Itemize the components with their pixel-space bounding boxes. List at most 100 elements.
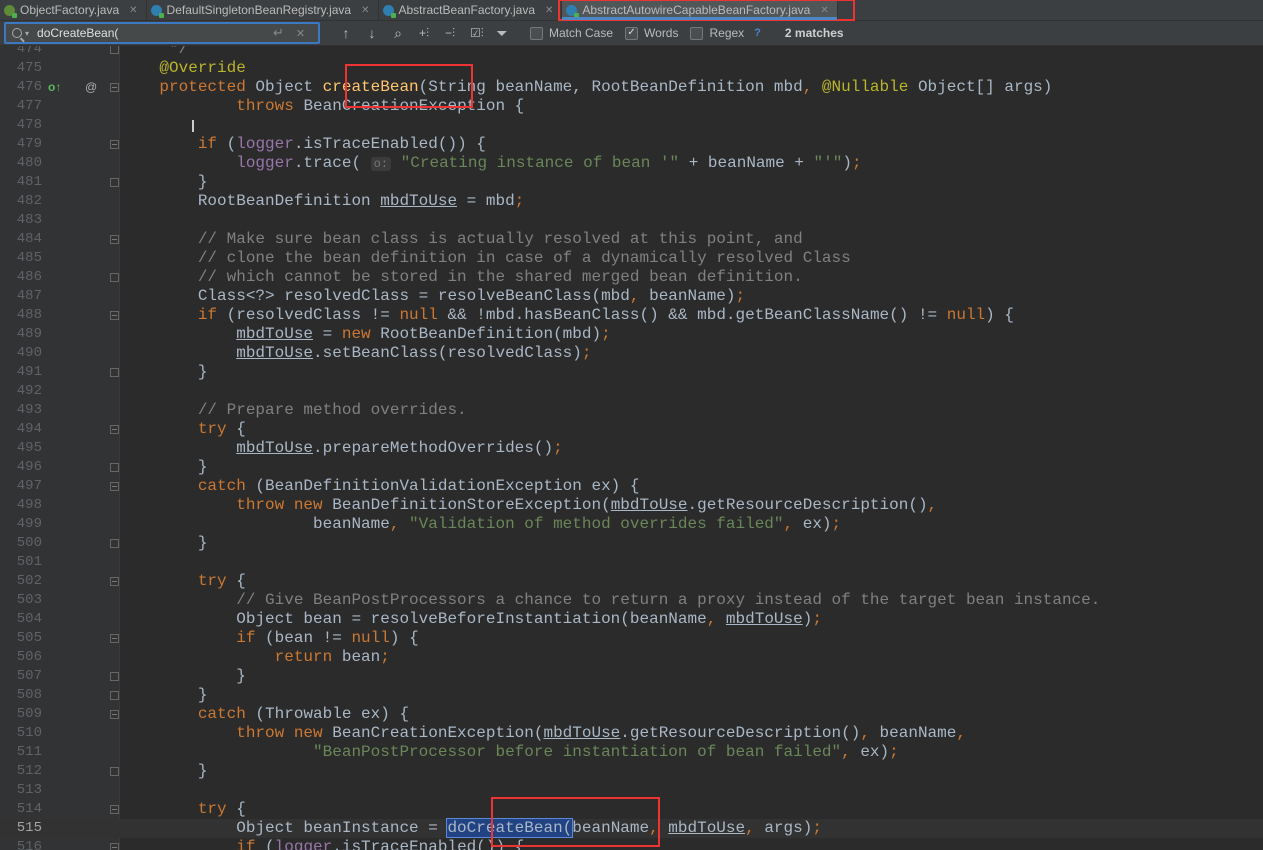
line-number[interactable]: 481 — [0, 173, 42, 192]
line-number[interactable]: 496 — [0, 458, 42, 477]
code-lines[interactable]: 474 */475 @Override 476 o↑ @ protected Obje… — [0, 46, 1263, 850]
tab-abstract-bean-factory[interactable]: AbstractBeanFactory.java ✕ — [379, 0, 563, 20]
code-text[interactable]: Object beanInstance = doCreateBean(beanN… — [121, 818, 822, 838]
line-number[interactable]: 486 — [0, 268, 42, 287]
tab-abstract-autowire-capable-bean-factory[interactable]: AbstractAutowireCapableBeanFactory.java … — [558, 0, 855, 21]
close-icon[interactable]: ✕ — [545, 5, 553, 16]
line-number[interactable]: 509 — [0, 705, 42, 724]
line-number[interactable]: 505 — [0, 629, 42, 648]
code-line[interactable]: 515 Object beanInstance = doCreateBean(b… — [0, 818, 1263, 838]
code-line[interactable]: 512 } — [0, 762, 1263, 781]
code-line[interactable]: 511 "BeanPostProcessor before instantiat… — [0, 743, 1263, 762]
code-line[interactable]: 474 */ — [0, 46, 1263, 59]
line-number[interactable]: 491 — [0, 363, 42, 382]
code-text[interactable]: // Prepare method overrides. — [121, 401, 467, 420]
line-number[interactable]: 502 — [0, 572, 42, 591]
checkbox-box[interactable]: ✓ — [625, 26, 639, 40]
code-line[interactable]: 477 throws BeanCreationException { — [0, 97, 1263, 116]
clear-search-icon[interactable]: ✕ — [296, 27, 305, 40]
code-line[interactable]: 493 // Prepare method overrides. — [0, 401, 1263, 420]
search-input[interactable] — [37, 26, 268, 40]
code-text[interactable]: logger.trace( o: "Creating instance of b… — [121, 154, 861, 174]
fold-marker-icon[interactable] — [110, 46, 119, 54]
code-line[interactable]: 478 — [0, 116, 1263, 135]
code-line[interactable]: 490 mbdToUse.setBeanClass(resolvedClass)… — [0, 344, 1263, 363]
code-line[interactable]: 516 if (logger.isTraceEnabled()) { — [0, 838, 1263, 850]
line-number[interactable]: 510 — [0, 724, 42, 743]
fold-marker-icon[interactable] — [110, 539, 119, 548]
fold-marker-icon[interactable] — [110, 178, 119, 187]
fold-marker-icon[interactable] — [110, 273, 119, 282]
line-number[interactable]: 492 — [0, 382, 42, 401]
line-number[interactable]: 501 — [0, 553, 42, 572]
line-number[interactable]: 476 — [0, 78, 42, 97]
code-text[interactable]: // clone the bean definition in case of … — [121, 249, 851, 268]
regex-help-link[interactable]: ? — [754, 27, 761, 39]
remove-occurrence-icon[interactable]: −⫶ — [444, 26, 456, 41]
code-text[interactable]: mbdToUse.setBeanClass(resolvedClass); — [121, 344, 591, 363]
code-text[interactable]: try { — [121, 800, 246, 819]
fold-marker-icon[interactable] — [110, 843, 119, 850]
search-box[interactable]: ▾ ↵ ✕ — [4, 22, 320, 44]
line-number[interactable]: 511 — [0, 743, 42, 762]
close-icon[interactable]: ✕ — [129, 5, 137, 16]
code-text[interactable]: // Give BeanPostProcessors a chance to r… — [121, 591, 1100, 610]
code-line[interactable]: 502 try { — [0, 572, 1263, 591]
fold-marker-icon[interactable] — [110, 463, 119, 472]
code-text[interactable]: } — [121, 363, 208, 382]
code-line[interactable]: 499 beanName, "Validation of method over… — [0, 515, 1263, 534]
code-text[interactable]: throw new BeanDefinitionStoreException(m… — [121, 496, 937, 515]
code-line[interactable]: 481 } — [0, 173, 1263, 192]
code-line[interactable]: 488 if (resolvedClass != null && !mbd.ha… — [0, 306, 1263, 325]
code-text[interactable]: RootBeanDefinition mbdToUse = mbd; — [121, 192, 524, 211]
code-text[interactable]: if (logger.isTraceEnabled()) { — [121, 135, 486, 154]
previous-occurrence-icon[interactable]: ↑ — [340, 25, 352, 41]
line-number[interactable]: 493 — [0, 401, 42, 420]
checkbox-box[interactable] — [530, 26, 543, 40]
line-number[interactable]: 514 — [0, 800, 42, 819]
code-text[interactable]: Object bean = resolveBeforeInstantiation… — [121, 610, 822, 629]
code-line[interactable]: 504 Object bean = resolveBeforeInstantia… — [0, 610, 1263, 629]
code-line[interactable]: 482 RootBeanDefinition mbdToUse = mbd; — [0, 192, 1263, 211]
code-line[interactable]: 479 if (logger.isTraceEnabled()) { — [0, 135, 1263, 154]
filter-icon[interactable]: ⏷ — [496, 25, 508, 42]
code-text[interactable]: protected Object createBean(String beanN… — [121, 78, 1052, 97]
line-number[interactable]: 490 — [0, 344, 42, 363]
code-text[interactable]: */ — [121, 46, 188, 59]
code-line[interactable]: 483 — [0, 211, 1263, 230]
add-occurrence-icon[interactable]: +⫶ — [418, 26, 430, 41]
next-occurrence-icon[interactable]: ↓ — [366, 25, 378, 41]
override-gutter-icon[interactable]: o↑ — [48, 78, 61, 97]
line-number[interactable]: 507 — [0, 667, 42, 686]
line-number[interactable]: 506 — [0, 648, 42, 667]
fold-marker-icon[interactable] — [110, 83, 119, 92]
code-text[interactable]: catch (BeanDefinitionValidationException… — [121, 477, 640, 496]
fold-marker-icon[interactable] — [110, 368, 119, 377]
fold-marker-icon[interactable] — [110, 672, 119, 681]
find-all-occurrences-icon[interactable]: ⌕ — [392, 25, 404, 42]
code-line[interactable]: 498 throw new BeanDefinitionStoreExcepti… — [0, 496, 1263, 515]
code-text[interactable]: try { — [121, 420, 246, 439]
fold-marker-icon[interactable] — [110, 691, 119, 700]
regex-checkbox[interactable]: Regex — [690, 26, 744, 40]
code-line[interactable]: 509 catch (Throwable ex) { — [0, 705, 1263, 724]
line-number[interactable]: 516 — [0, 838, 42, 850]
code-text[interactable]: mbdToUse.prepareMethodOverrides(); — [121, 439, 562, 458]
code-line[interactable]: 475 @Override — [0, 59, 1263, 78]
line-number[interactable]: 474 — [0, 46, 42, 59]
code-line[interactable]: 503 // Give BeanPostProcessors a chance … — [0, 591, 1263, 610]
line-number[interactable]: 500 — [0, 534, 42, 553]
code-line[interactable]: 513 — [0, 781, 1263, 800]
fold-marker-icon[interactable] — [110, 767, 119, 776]
select-all-occurrences-icon[interactable]: ☑⫶ — [470, 26, 484, 41]
code-line[interactable]: 496 } — [0, 458, 1263, 477]
tab-object-factory[interactable]: ObjectFactory.java ✕ — [0, 0, 147, 20]
code-line[interactable]: 507 } — [0, 667, 1263, 686]
code-text[interactable]: if (bean != null) { — [121, 629, 418, 648]
line-number[interactable]: 479 — [0, 135, 42, 154]
code-line[interactable]: 492 — [0, 382, 1263, 401]
code-line[interactable]: 514 try { — [0, 800, 1263, 819]
code-text[interactable]: Class<?> resolvedClass = resolveBeanClas… — [121, 287, 745, 306]
code-text[interactable]: // which cannot be stored in the shared … — [121, 268, 803, 287]
code-text[interactable]: try { — [121, 572, 246, 591]
